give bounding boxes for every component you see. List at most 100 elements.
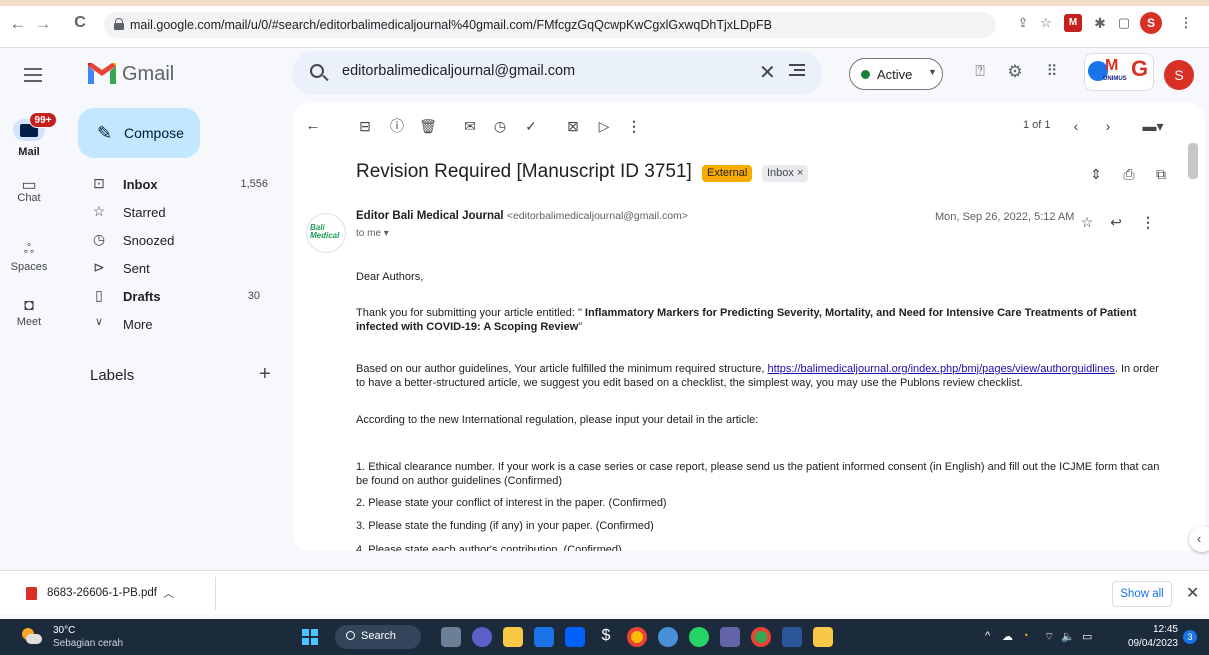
show-all-button[interactable]: Show all <box>1112 581 1172 607</box>
download-shelf: 8683-26606-1-PB.pdf ︿ Show all ✕ <box>0 570 1209 615</box>
sender-name[interactable]: Editor Bali Medical Journal <box>356 210 504 222</box>
notification-badge[interactable]: 3 <box>1183 630 1197 644</box>
word-icon[interactable] <box>782 627 802 647</box>
speaker-icon[interactable]: 🔈 <box>1061 630 1075 643</box>
delete-icon[interactable]: 🗑 <box>419 117 437 135</box>
star-icon[interactable]: ☆ <box>1078 213 1096 231</box>
print-icon[interactable]: ⎙ <box>1120 165 1138 183</box>
download-file-name[interactable]: 8683-26606-1-PB.pdf <box>47 587 157 599</box>
report-spam-icon[interactable]: ⓘ <box>388 117 406 135</box>
newer-chevron-icon[interactable]: ‹ <box>1067 117 1085 135</box>
nav-item-sent[interactable]: ⊳ Sent <box>90 257 270 281</box>
clear-search-icon[interactable]: ✕ <box>759 60 776 85</box>
clock-time[interactable]: 12:45 <box>1138 624 1178 635</box>
side-panel-toggle-icon[interactable]: ‹ <box>1189 526 1209 552</box>
side-panel-icon[interactable]: ▢ <box>1113 12 1135 34</box>
battery-icon[interactable]: ▭ <box>1082 630 1092 643</box>
taskbar-search-label: Search <box>361 630 396 642</box>
move-to-icon[interactable]: ⊠ <box>564 117 582 135</box>
extensions-puzzle-icon[interactable]: ✱ <box>1089 12 1111 34</box>
org-logo-sub: UNIMUS <box>1103 76 1127 82</box>
browser-menu-icon[interactable]: ⋮ <box>1175 12 1197 34</box>
more-vertical-icon[interactable]: ⋮ <box>625 117 643 135</box>
wifi-icon[interactable]: ⌔ <box>1044 630 1054 644</box>
dropbox-icon[interactable] <box>565 627 585 647</box>
open-new-window-icon[interactable]: ⧉ <box>1152 165 1170 183</box>
weather-icon[interactable] <box>22 628 42 646</box>
meet-chat-icon[interactable] <box>472 627 492 647</box>
back-arrow-icon[interactable]: ← <box>304 117 322 135</box>
search-input[interactable] <box>342 63 722 79</box>
apps-grid-icon[interactable]: ⠿ <box>1040 60 1064 84</box>
help-icon[interactable]: ⍰ <box>968 60 992 84</box>
file-explorer-icon[interactable] <box>503 627 523 647</box>
lock-icon <box>114 18 124 30</box>
rail-chat-label: Chat <box>17 192 41 204</box>
windows-start-icon[interactable] <box>302 629 318 645</box>
compose-button[interactable]: ✎ Compose <box>78 108 200 158</box>
nav-item-more[interactable]: ∨ More <box>90 313 270 337</box>
main-menu-icon[interactable] <box>24 68 42 82</box>
archive-icon[interactable]: ⊟ <box>356 117 374 135</box>
inbox-label-chip[interactable]: Inbox × <box>762 165 809 182</box>
forward-button[interactable]: → <box>33 14 53 34</box>
close-icon[interactable]: ✕ <box>1186 583 1199 603</box>
label-icon[interactable]: ▷ <box>595 117 613 135</box>
nav-sent-label: Sent <box>123 261 150 276</box>
add-label-icon[interactable]: + <box>259 363 271 386</box>
chrome-profile-icon[interactable] <box>658 627 678 647</box>
task-view-icon[interactable] <box>441 627 461 647</box>
chrome-icon[interactable] <box>627 627 647 647</box>
weather-temperature: 30°C <box>53 625 76 636</box>
search-icon[interactable] <box>310 64 324 78</box>
app-s-icon[interactable]: $ <box>596 627 616 647</box>
chevron-up-icon[interactable]: ^ <box>985 630 990 642</box>
snooze-clock-icon[interactable]: ◷ <box>491 117 509 135</box>
extension-icon[interactable]: M <box>1064 14 1082 32</box>
add-task-icon[interactable]: ✓ <box>522 117 540 135</box>
rail-item-chat[interactable]: ▭ Chat <box>0 175 58 204</box>
reply-icon[interactable]: ↩ <box>1107 213 1125 231</box>
input-tools-icon[interactable]: ▬▾ <box>1138 117 1168 135</box>
search-options-icon[interactable] <box>789 64 805 80</box>
browser-profile-avatar[interactable]: S <box>1140 12 1162 34</box>
active-status-dot <box>861 70 870 79</box>
guidelines-link[interactable]: https://balimedicaljournal.org/index.php… <box>768 363 1115 375</box>
chrome-alt-icon[interactable] <box>751 627 771 647</box>
older-chevron-icon[interactable]: › <box>1099 117 1117 135</box>
more-vertical-icon[interactable]: ⋮ <box>1139 213 1157 231</box>
rail-item-meet[interactable]: ◘ Meet <box>0 297 58 328</box>
nav-item-snoozed[interactable]: ◷ Snoozed <box>90 229 270 253</box>
chevron-up-icon[interactable]: ︿ <box>163 585 174 601</box>
nav-item-inbox[interactable]: ⊡ Inbox 1,556 <box>90 173 270 197</box>
nav-item-drafts[interactable]: ▯ Drafts 30 <box>90 285 270 309</box>
gear-icon[interactable]: ⚙ <box>1003 60 1027 84</box>
organization-logo[interactable]: M G UNIMUS <box>1084 53 1154 91</box>
whatsapp-icon[interactable] <box>689 627 709 647</box>
mark-unread-icon[interactable]: ✉ <box>461 117 479 135</box>
back-button[interactable]: ← <box>8 14 28 34</box>
reload-button[interactable]: C <box>70 14 90 32</box>
recipient-details[interactable]: to me ▾ <box>356 228 389 239</box>
nav-snoozed-label: Snoozed <box>123 233 175 248</box>
mail-app-icon[interactable] <box>534 627 554 647</box>
taskbar-search[interactable]: Search <box>335 625 421 649</box>
message-scrollbar[interactable] <box>1188 143 1198 179</box>
share-icon[interactable]: ⇪ <box>1012 12 1034 34</box>
clock-date[interactable]: 09/04/2023 <box>1113 638 1178 649</box>
chevron-down-icon: ∨ <box>94 316 104 328</box>
address-bar[interactable]: mail.google.com/mail/u/0/#search/editorb… <box>104 12 996 38</box>
nav-item-starred[interactable]: ☆ Starred <box>90 201 270 225</box>
account-avatar[interactable]: S <box>1164 60 1194 90</box>
clock-icon: ◷ <box>92 231 106 247</box>
expand-all-icon[interactable]: ⇕ <box>1087 165 1105 183</box>
teams-icon[interactable] <box>720 627 740 647</box>
bookmark-star-icon[interactable]: ☆ <box>1035 12 1057 34</box>
status-chip[interactable]: Active ▼ <box>849 58 943 90</box>
sender-avatar[interactable]: Bali Medical <box>306 213 346 253</box>
tray-app-icon[interactable]: ◔ <box>1022 630 1029 642</box>
rail-item-spaces[interactable]: ஃ Spaces <box>0 241 58 273</box>
folder-icon[interactable] <box>813 627 833 647</box>
gmail-wordmark[interactable]: Gmail <box>122 63 174 86</box>
onedrive-icon[interactable]: ☁ <box>1002 630 1013 643</box>
